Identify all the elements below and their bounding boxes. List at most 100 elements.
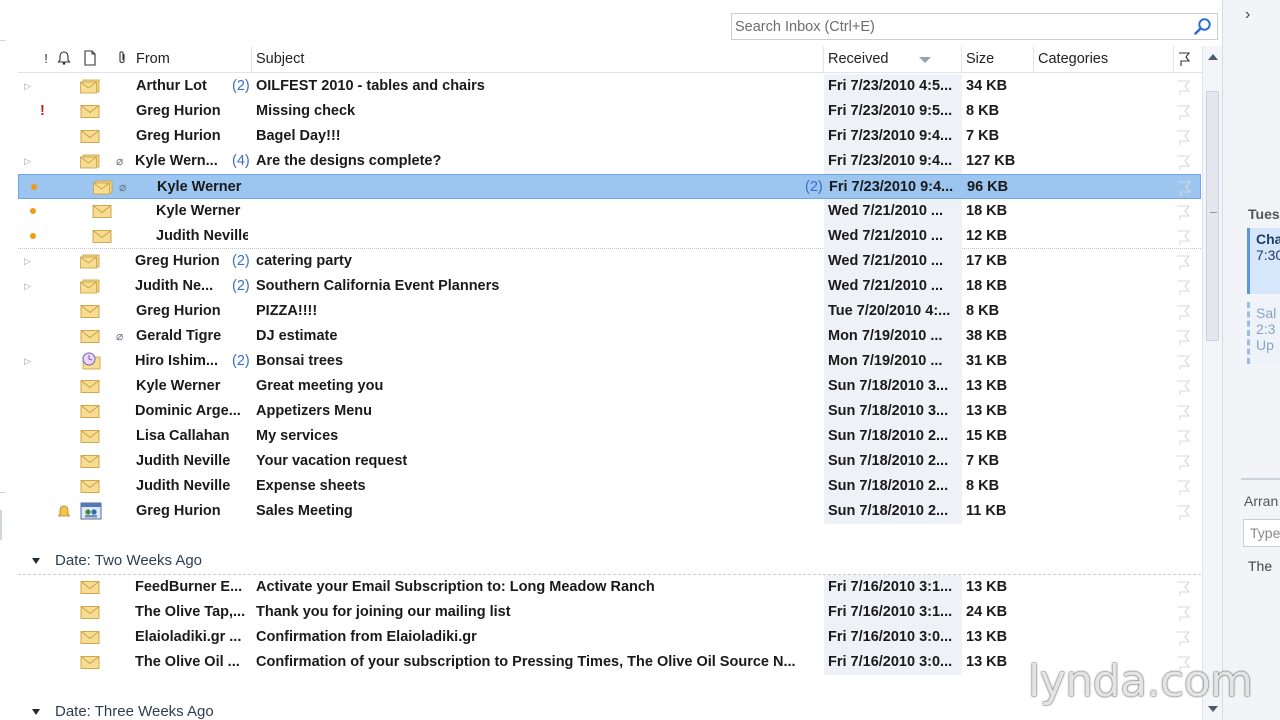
expand-thread-icon[interactable]: ▷ — [24, 74, 36, 99]
received-date: Fri 7/23/2010 4:5... — [824, 74, 962, 99]
column-subject[interactable]: Subject — [252, 46, 824, 73]
flag-cell[interactable] — [1172, 299, 1194, 324]
vertical-scrollbar[interactable] — [1202, 46, 1222, 720]
arrange-by-label[interactable]: Arran — [1244, 493, 1278, 509]
flag-cell[interactable] — [1172, 399, 1194, 424]
flag-cell[interactable] — [1172, 124, 1194, 149]
reminder-column-icon[interactable] — [56, 50, 72, 68]
collapse-triangle-icon[interactable] — [32, 558, 40, 564]
flag-cell[interactable] — [1172, 99, 1194, 124]
flag-cell[interactable] — [1172, 600, 1194, 625]
message-row[interactable]: The Olive Tap,... Thank you for joining o… — [18, 600, 1201, 625]
flag-cell[interactable] — [1172, 625, 1194, 650]
flag-cell[interactable] — [1173, 175, 1195, 200]
flag-icon[interactable] — [1174, 579, 1192, 597]
message-row[interactable]: ▷ Arthur Lot (2) OILFEST 2010 - tables and … — [18, 74, 1201, 99]
flag-icon[interactable] — [1174, 303, 1192, 321]
flag-cell[interactable] — [1172, 374, 1194, 399]
flag-icon[interactable] — [1174, 153, 1192, 171]
column-received[interactable]: Received — [824, 46, 962, 73]
message-row[interactable]: Greg Hurion Bagel Day!!! Fri 7/23/2010 9:4… — [18, 124, 1201, 149]
message-row[interactable]: Lisa Callahan My services Sun 7/18/2010 2.… — [18, 424, 1201, 449]
search-box[interactable] — [731, 13, 1218, 40]
message-row[interactable]: ▷ ⌀ Kyle Wern... (4) Are the designs complet… — [18, 149, 1201, 174]
from-sender: Kyle Werner — [157, 179, 242, 195]
flag-icon[interactable] — [1174, 203, 1192, 221]
message-row[interactable]: ▷ Judith Ne... (2) Southern California Even… — [18, 274, 1201, 299]
flag-icon[interactable] — [1174, 428, 1192, 446]
flag-cell[interactable] — [1172, 249, 1194, 274]
flag-icon[interactable] — [1174, 604, 1192, 622]
collapse-triangle-icon[interactable] — [32, 709, 40, 715]
flag-cell[interactable] — [1172, 474, 1194, 499]
flag-icon[interactable] — [1174, 378, 1192, 396]
message-row[interactable]: The Olive Oil ... Confirmation of your su… — [18, 650, 1201, 675]
message-row[interactable]: Kyle Werner Wed 7/21/2010 ... 18 KB — [18, 199, 1201, 224]
message-size: 8 KB — [966, 478, 1000, 494]
flag-cell[interactable] — [1172, 224, 1194, 249]
new-task-input[interactable]: Type — [1243, 519, 1280, 547]
message-row[interactable]: Greg Hurion PIZZA!!!! Tue 7/20/2010 4:... 8… — [18, 299, 1201, 324]
flag-column-icon[interactable] — [1176, 51, 1192, 69]
conversation-envelope-icon — [80, 254, 100, 269]
appointment-item[interactable]: Cha 7:30 — [1247, 228, 1280, 294]
message-row[interactable]: FeedBurner E... Activate your Email Subsc… — [18, 575, 1201, 600]
message-row[interactable]: ! Greg Hurion Missing check Fri 7/23/2010 9… — [18, 99, 1201, 124]
appointment-item[interactable]: Sal 2:3 Up — [1247, 302, 1280, 364]
flag-cell[interactable] — [1172, 199, 1194, 224]
chevron-right-icon[interactable]: › — [1245, 6, 1250, 24]
message-row[interactable]: Judith Neville Wed 7/21/2010 ... 12 KB — [18, 224, 1201, 249]
flag-icon[interactable] — [1175, 179, 1193, 197]
flag-cell[interactable] — [1172, 149, 1194, 174]
message-row[interactable]: Judith Neville Expense sheets Sun 7/18/201… — [18, 474, 1201, 499]
pane-divider[interactable] — [1241, 478, 1280, 480]
subject: Your vacation request — [256, 453, 408, 469]
flag-icon[interactable] — [1174, 328, 1192, 346]
flag-icon[interactable] — [1174, 478, 1192, 496]
flag-cell[interactable] — [1172, 274, 1194, 299]
message-row[interactable]: Judith Neville Your vacation request Sun 7… — [18, 449, 1201, 474]
scroll-up-arrow-icon[interactable] — [1208, 54, 1218, 60]
message-row[interactable]: ⌀ Kyle Werner (2) Fri 7/23/2010 9:4... 96 KB — [18, 174, 1201, 199]
message-row[interactable]: Elaioladiki.gr ... Confirmation from Elai… — [18, 625, 1201, 650]
flag-cell[interactable] — [1172, 499, 1194, 524]
flag-icon[interactable] — [1174, 78, 1192, 96]
column-categories[interactable]: Categories — [1034, 46, 1174, 73]
message-row[interactable]: ▷ Greg Hurion (2) catering party Wed 7/21/20… — [18, 249, 1201, 274]
message-row[interactable]: Kyle Werner Great meeting you Sun 7/18/201… — [18, 374, 1201, 399]
message-row[interactable]: Greg Hurion Sales Meeting Sun 7/18/2010 2.… — [18, 499, 1201, 524]
flag-icon[interactable] — [1174, 503, 1192, 521]
group-header-two-weeks-ago[interactable]: Date: Two Weeks Ago — [18, 548, 1201, 574]
message-row[interactable]: ⌀ Gerald Tigre DJ estimate Mon 7/19/2010 ..… — [18, 324, 1201, 349]
icon-column-icon[interactable] — [82, 50, 98, 68]
flag-cell[interactable] — [1172, 424, 1194, 449]
expand-thread-icon[interactable]: ▷ — [24, 149, 36, 174]
flag-cell[interactable] — [1172, 74, 1194, 99]
flag-icon[interactable] — [1174, 103, 1192, 121]
search-icon[interactable] — [1193, 17, 1213, 37]
flag-icon[interactable] — [1174, 278, 1192, 296]
column-size[interactable]: Size — [962, 46, 1034, 73]
flag-icon[interactable] — [1174, 629, 1192, 647]
flag-cell[interactable] — [1172, 449, 1194, 474]
flag-cell[interactable] — [1172, 575, 1194, 600]
group-header-three-weeks-ago[interactable]: Date: Three Weeks Ago — [18, 699, 1201, 720]
flag-icon[interactable] — [1174, 453, 1192, 471]
expand-thread-icon[interactable]: ▷ — [24, 274, 36, 299]
scroll-thumb[interactable] — [1206, 91, 1219, 341]
flag-icon[interactable] — [1174, 253, 1192, 271]
flag-cell[interactable] — [1172, 324, 1194, 349]
expand-thread-icon[interactable]: ▷ — [24, 249, 36, 274]
message-row[interactable]: Dominic Arge... Appetizers Menu Sun 7/18/2… — [18, 399, 1201, 424]
importance-column-icon[interactable]: ! — [38, 50, 54, 68]
flag-icon[interactable] — [1174, 228, 1192, 246]
search-input[interactable] — [732, 14, 1172, 39]
attachment-column-icon[interactable] — [114, 50, 130, 68]
flag-cell[interactable] — [1172, 349, 1194, 374]
flag-icon[interactable] — [1174, 403, 1192, 421]
flag-icon[interactable] — [1174, 128, 1192, 146]
expand-thread-icon[interactable]: ▷ — [24, 349, 36, 374]
message-row[interactable]: ▷ Hiro Ishim... (2) Bonsai trees Mon 7/19/20… — [18, 349, 1201, 374]
column-from[interactable]: From — [132, 46, 252, 73]
flag-icon[interactable] — [1174, 353, 1192, 371]
